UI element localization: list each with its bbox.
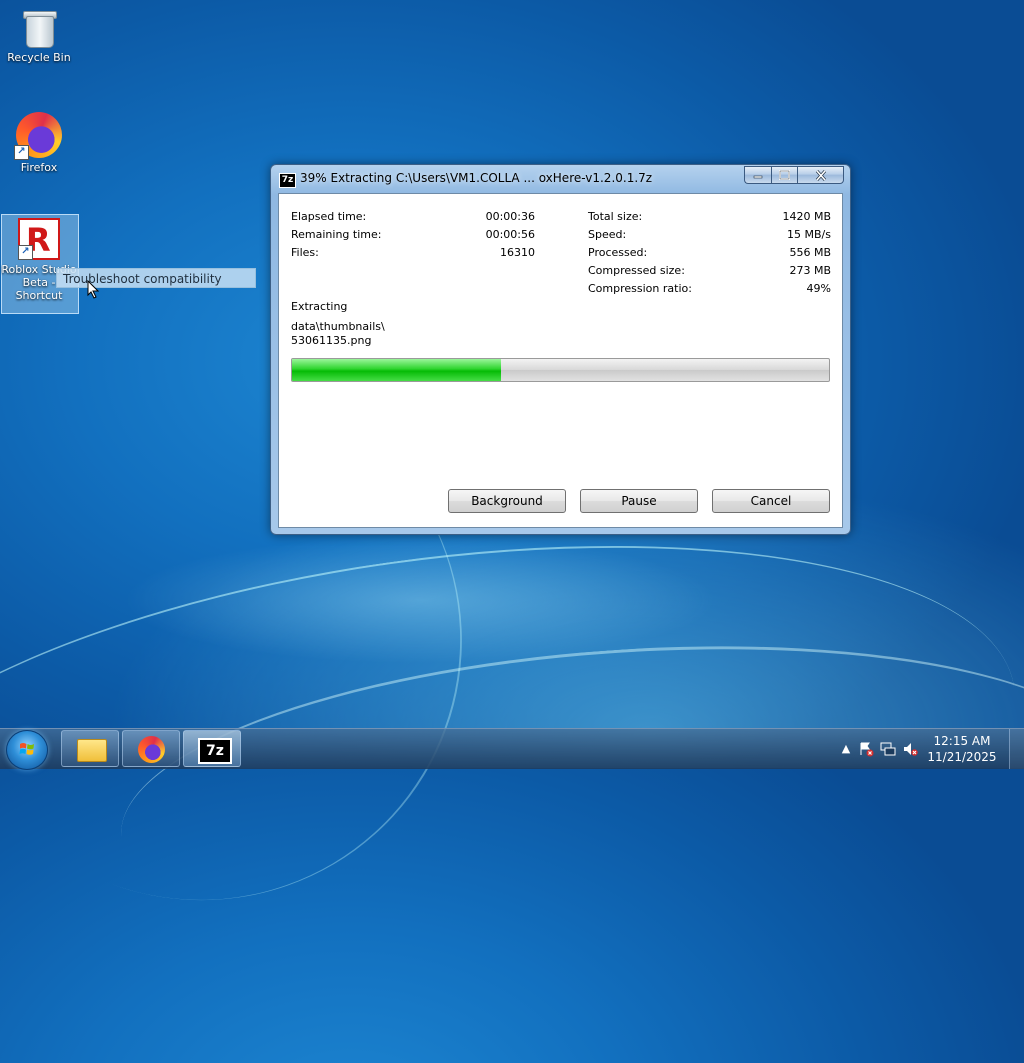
taskbar-7zip[interactable]: 7z: [183, 730, 241, 767]
minimize-icon: [753, 175, 763, 179]
status-label: Extracting: [291, 300, 348, 313]
desktop-icon-recycle-bin[interactable]: Recycle Bin: [1, 8, 77, 64]
current-file: data\thumbnails\ 53061135.png: [291, 320, 385, 348]
firefox-icon: ↗: [14, 112, 62, 160]
wallpaper-swoosh: [0, 478, 1024, 1063]
7zip-icon: 7z: [279, 173, 296, 188]
files-value: 16310: [500, 246, 535, 259]
7zip-icon: 7z: [198, 738, 232, 764]
show-desktop-button[interactable]: [1009, 729, 1024, 769]
maximize-button[interactable]: [771, 166, 797, 184]
volume-muted-icon[interactable]: [902, 741, 918, 757]
total-size-value: 1420 MB: [782, 210, 831, 223]
taskbar-clock[interactable]: 12:15 AM 11/21/2025: [922, 733, 1002, 765]
current-file-dir: data\thumbnails\: [291, 320, 385, 333]
show-hidden-icons-icon[interactable]: ▲: [838, 741, 854, 757]
roblox-icon: R ↗: [18, 218, 60, 260]
desktop-icon-label: Recycle Bin: [7, 51, 71, 64]
close-icon: [815, 169, 826, 181]
remaining-time-label: Remaining time:: [291, 228, 382, 241]
window-title: 39% Extracting C:\Users\VM1.COLLA ... ox…: [300, 171, 653, 185]
shortcut-arrow-icon: ↗: [14, 145, 29, 160]
recycle-bin-icon: [22, 8, 57, 48]
shortcut-arrow-icon: ↗: [18, 245, 33, 260]
maximize-icon: [779, 170, 790, 180]
network-icon[interactable]: [880, 741, 896, 757]
progress-bar-fill: [292, 359, 502, 381]
speed-label: Speed:: [588, 228, 627, 241]
close-button[interactable]: [797, 166, 844, 184]
total-size-label: Total size:: [588, 210, 643, 223]
minimize-button[interactable]: [744, 166, 771, 184]
compressed-size-label: Compressed size:: [588, 264, 685, 277]
folder-icon: [77, 739, 107, 762]
processed-value: 556 MB: [789, 246, 831, 259]
system-tray: ▲ 12:15 AM 11/21/2025: [834, 729, 1024, 769]
desktop-icon-firefox[interactable]: ↗ Firefox: [1, 112, 77, 174]
extract-progress-dialog: 7z 39% Extracting C:\Users\VM1.COLLA ...…: [270, 164, 851, 535]
action-center-icon[interactable]: [858, 741, 874, 757]
elapsed-time-label: Elapsed time:: [291, 210, 367, 223]
elapsed-time-value: 00:00:36: [485, 210, 535, 223]
cancel-button[interactable]: Cancel: [712, 489, 830, 513]
current-file-name: 53061135.png: [291, 334, 372, 347]
pause-button[interactable]: Pause: [580, 489, 698, 513]
title-bar[interactable]: 7z 39% Extracting C:\Users\VM1.COLLA ...…: [271, 165, 850, 193]
files-label: Files:: [291, 246, 319, 259]
remaining-time-value: 00:00:56: [485, 228, 535, 241]
windows-logo-icon: [19, 743, 34, 755]
wallpaper-swoosh: [110, 615, 1024, 988]
mouse-cursor-icon: [87, 279, 100, 302]
drag-tooltip: Troubleshoot compatibility: [56, 268, 256, 288]
processed-label: Processed:: [588, 246, 648, 259]
dialog-body: Elapsed time: 00:00:36 Remaining time: 0…: [278, 193, 843, 528]
background-button[interactable]: Background: [448, 489, 566, 513]
compressed-size-value: 273 MB: [789, 264, 831, 277]
clock-date: 11/21/2025: [927, 750, 997, 764]
clock-time: 12:15 AM: [933, 734, 991, 748]
taskbar: 7z ▲ 12:15 AM 11/21/2025: [0, 728, 1024, 770]
taskbar-file-explorer[interactable]: [61, 730, 119, 767]
compression-ratio-value: 49%: [806, 282, 831, 295]
firefox-icon: [138, 736, 165, 763]
speed-value: 15 MB/s: [787, 228, 831, 241]
taskbar-firefox[interactable]: [122, 730, 180, 767]
compression-ratio-label: Compression ratio:: [588, 282, 692, 295]
desktop-icon-label: Firefox: [20, 161, 58, 174]
start-button[interactable]: [6, 730, 48, 770]
extraction-progress-bar: [291, 358, 830, 382]
